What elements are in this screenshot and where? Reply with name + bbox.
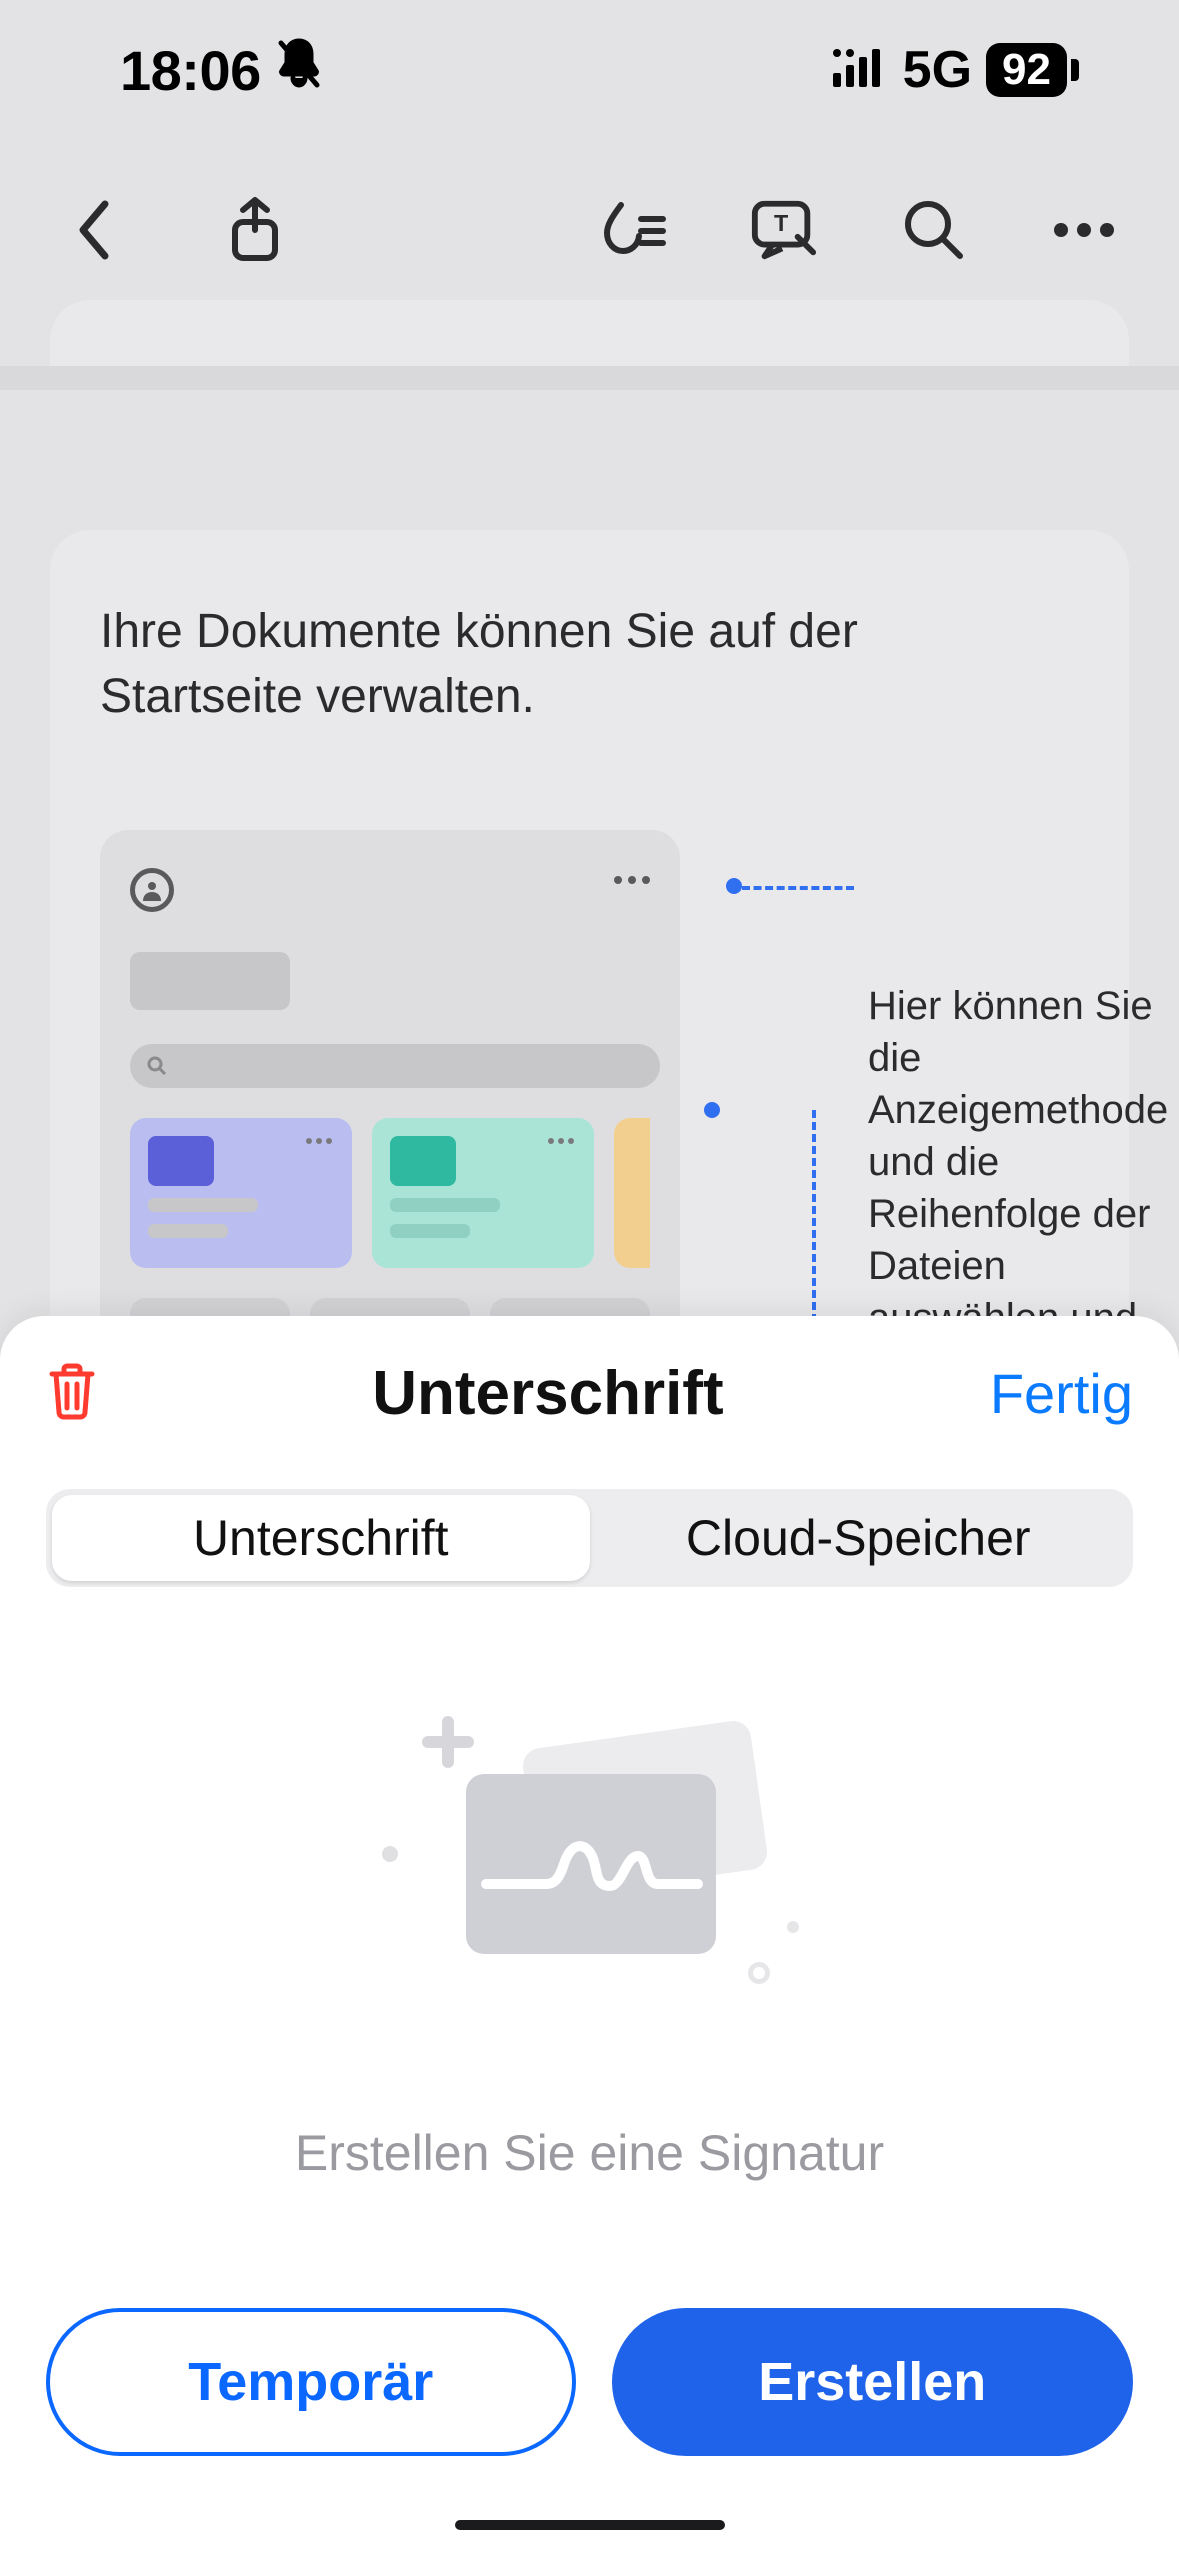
info-text: Ihre Dokumente können Sie auf der Starts… xyxy=(100,600,1020,730)
preview-tile-2 xyxy=(372,1118,594,1268)
bg-divider xyxy=(0,366,1179,390)
ink-settings-icon[interactable] xyxy=(599,195,669,265)
sparkle-icon xyxy=(420,1714,476,1770)
battery-percent: 92 xyxy=(986,43,1067,97)
preview-search xyxy=(130,1044,660,1088)
network-label: 5G xyxy=(903,40,972,100)
text-annotation-icon[interactable]: T xyxy=(749,195,819,265)
tab-signature[interactable]: Unterschrift xyxy=(52,1495,590,1581)
sheet-title: Unterschrift xyxy=(372,1358,723,1429)
segmented-control: Unterschrift Cloud-Speicher xyxy=(46,1489,1133,1587)
svg-text:T: T xyxy=(774,210,788,236)
empty-state: Erstellen Sie eine Signatur xyxy=(0,1587,1179,2308)
signal-icon xyxy=(833,40,889,100)
dot-icon-3 xyxy=(786,1920,800,1934)
empty-caption: Erstellen Sie eine Signatur xyxy=(295,2124,884,2182)
callout-dot-1 xyxy=(726,878,742,894)
preview-tile-3 xyxy=(614,1118,650,1268)
done-button[interactable]: Fertig xyxy=(990,1361,1133,1426)
home-indicator[interactable] xyxy=(455,2520,725,2530)
search-icon[interactable] xyxy=(899,195,969,265)
dot-icon-2 xyxy=(748,1962,770,1984)
more-icon[interactable] xyxy=(1049,195,1119,265)
avatar-icon xyxy=(130,868,174,912)
dot-icon xyxy=(380,1844,400,1864)
status-time: 18:06 xyxy=(120,38,261,103)
delete-button[interactable] xyxy=(46,1362,106,1425)
callout-dot-2 xyxy=(704,1102,720,1118)
create-button[interactable]: Erstellen xyxy=(612,2308,1134,2456)
signature-sheet: Unterschrift Fertig Unterschrift Cloud-S… xyxy=(0,1316,1179,2556)
preview-tile-1 xyxy=(130,1118,352,1268)
dashboard-preview xyxy=(100,830,680,1350)
battery-indicator: 92 xyxy=(986,43,1079,97)
status-bar: 18:06 5G 92 xyxy=(0,0,1179,140)
temporary-button[interactable]: Temporär xyxy=(46,2308,576,2456)
bg-card-top xyxy=(50,300,1129,366)
signature-illustration xyxy=(380,1714,800,2014)
preview-more-icon xyxy=(614,876,650,884)
back-button[interactable] xyxy=(60,195,130,265)
share-icon[interactable] xyxy=(220,195,290,265)
toolbar: T xyxy=(0,170,1179,290)
callout-connector xyxy=(742,886,854,890)
tab-cloud-storage[interactable]: Cloud-Speicher xyxy=(590,1495,1128,1581)
bell-off-icon xyxy=(275,37,323,104)
